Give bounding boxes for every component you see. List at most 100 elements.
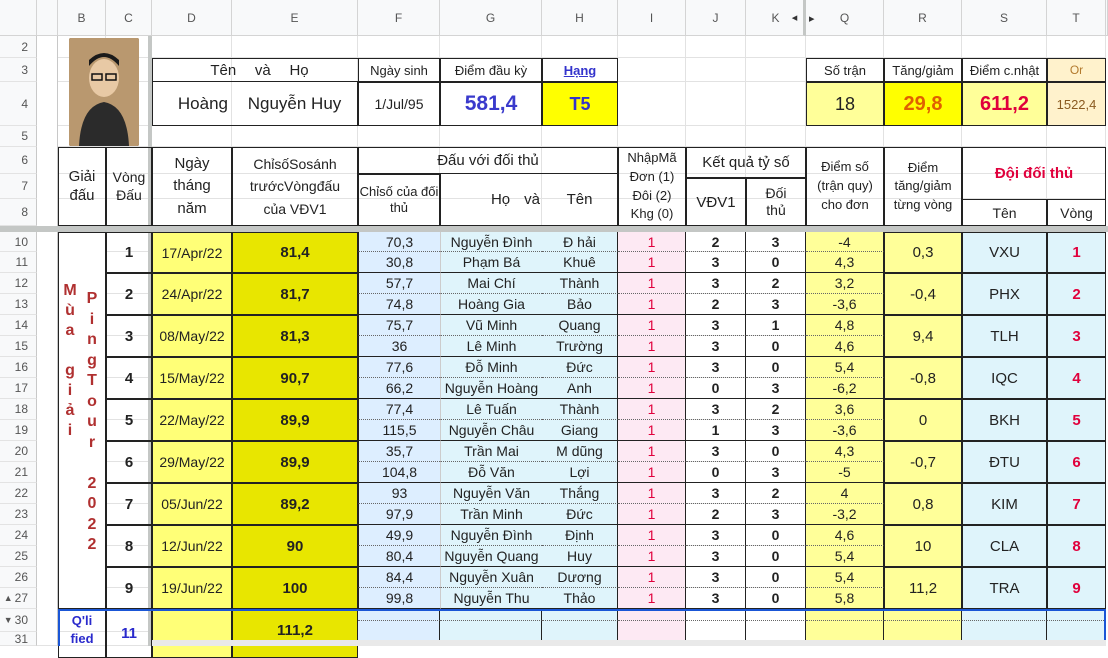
opp-last-name[interactable]: Đ hải: [542, 232, 618, 252]
opp-last-name[interactable]: Trường: [542, 336, 618, 357]
grid-cell[interactable]: [686, 126, 746, 147]
team-round-header[interactable]: Vòng: [1047, 199, 1106, 226]
column-header-s[interactable]: S: [962, 0, 1047, 36]
grid-cell[interactable]: [440, 126, 542, 147]
opp-team-name[interactable]: VXU: [962, 232, 1047, 273]
match-score[interactable]: 5,8: [806, 588, 884, 609]
match-score[interactable]: 4: [806, 483, 884, 504]
opp-index[interactable]: 84,4: [358, 567, 440, 588]
round-number[interactable]: 8: [106, 525, 152, 567]
opp-index-header[interactable]: Chỉsố của đối thủ: [358, 174, 440, 226]
birth-date[interactable]: 1/Jul/95: [358, 82, 440, 126]
match-date[interactable]: 12/Jun/22: [152, 525, 232, 567]
opp-last-name[interactable]: Huy: [542, 546, 618, 567]
match-date[interactable]: 24/Apr/22: [152, 273, 232, 315]
vdv1-score[interactable]: 3: [686, 441, 746, 462]
opp-name-header[interactable]: Họ và: [440, 174, 542, 226]
match-score[interactable]: -4: [806, 232, 884, 252]
grid-cell[interactable]: [618, 58, 686, 82]
opp-middle-name[interactable]: Nguyễn Đình: [440, 525, 542, 546]
row-header-8[interactable]: 8: [0, 199, 37, 226]
grid-cell[interactable]: [746, 58, 806, 82]
match-type-code[interactable]: 1: [618, 525, 686, 546]
grid-cell[interactable]: [618, 36, 686, 58]
vdv1-score[interactable]: 3: [686, 252, 746, 273]
row-header-11[interactable]: 11: [0, 252, 37, 273]
points-change-header[interactable]: Điểm tăng/giảm từng vòng: [884, 147, 962, 226]
birth-label[interactable]: Ngày sinh: [358, 58, 440, 82]
row-header-17[interactable]: 17: [0, 378, 37, 399]
opp-index[interactable]: 99,8: [358, 588, 440, 609]
opp-index[interactable]: 66,2: [358, 378, 440, 399]
opp-index[interactable]: 49,9: [358, 525, 440, 546]
opp-index[interactable]: 75,7: [358, 315, 440, 336]
row-header-30[interactable]: ▼ 30: [0, 609, 37, 632]
opponent-score[interactable]: 2: [746, 483, 806, 504]
vdv1-score[interactable]: 2: [686, 504, 746, 525]
match-type-code[interactable]: 1: [618, 462, 686, 483]
match-date[interactable]: 19/Jun/22: [152, 567, 232, 609]
opp-middle-name[interactable]: Đỗ Văn: [440, 462, 542, 483]
round-number[interactable]: 4: [106, 357, 152, 399]
updated-value[interactable]: 611,2: [962, 82, 1047, 126]
opp-index[interactable]: 70,3: [358, 232, 440, 252]
opp-team-round[interactable]: 1: [1047, 232, 1106, 273]
opp-index[interactable]: 77,4: [358, 399, 440, 420]
opp-middle-name[interactable]: Nguyễn Văn: [440, 483, 542, 504]
opponent-score[interactable]: 0: [746, 441, 806, 462]
opp-index[interactable]: 104,8: [358, 462, 440, 483]
column-header-b[interactable]: B: [58, 0, 106, 36]
round-points-change[interactable]: 9,4: [884, 315, 962, 357]
select-all-corner[interactable]: [0, 0, 37, 36]
grid-cell[interactable]: [962, 36, 1047, 58]
row-header-12[interactable]: 12: [0, 273, 37, 294]
row-header-27[interactable]: ▲ 27: [0, 588, 37, 609]
vdv1-score[interactable]: 1: [686, 420, 746, 441]
round-number[interactable]: 5: [106, 399, 152, 441]
grid-cell[interactable]: [1047, 126, 1106, 147]
grid-cell[interactable]: [358, 126, 440, 147]
row-header-18[interactable]: 18: [0, 399, 37, 420]
vdv1-score[interactable]: 0: [686, 378, 746, 399]
grid-cell[interactable]: [440, 36, 542, 58]
match-score[interactable]: -3,6: [806, 294, 884, 315]
grid-cell[interactable]: [542, 126, 618, 147]
grid-cell[interactable]: [618, 82, 686, 126]
round-points-change[interactable]: 0: [884, 399, 962, 441]
opp-index[interactable]: 57,7: [358, 273, 440, 294]
opponent-score[interactable]: 0: [746, 252, 806, 273]
grid-cell[interactable]: [746, 36, 806, 58]
match-type-code[interactable]: 1: [618, 336, 686, 357]
row-header-24[interactable]: 24: [0, 525, 37, 546]
opp-team-name[interactable]: IQC: [962, 357, 1047, 399]
opp-team-round[interactable]: 7: [1047, 483, 1106, 525]
match-score[interactable]: 4,3: [806, 441, 884, 462]
index-before[interactable]: 90: [232, 525, 358, 567]
spreadsheet-grid[interactable]: B C D E F G H I J K Q R S T ◂ ▸ 2 3 4 5 6 7 8 10 11 12 13 14 15 16 17 1…: [0, 0, 1108, 658]
change-value[interactable]: 29,8: [884, 82, 962, 126]
match-score[interactable]: 3,6: [806, 399, 884, 420]
match-type-code[interactable]: 1: [618, 294, 686, 315]
opponent-score[interactable]: 3: [746, 504, 806, 525]
opp-last-name[interactable]: Định: [542, 525, 618, 546]
team-name-header[interactable]: Tên: [962, 199, 1047, 226]
vdv1-score[interactable]: 3: [686, 567, 746, 588]
opp-team-round[interactable]: 4: [1047, 357, 1106, 399]
match-date[interactable]: 22/May/22: [152, 399, 232, 441]
row-header-26[interactable]: 26: [0, 567, 37, 588]
match-date[interactable]: 05/Jun/22: [152, 483, 232, 525]
grid-cell[interactable]: [806, 36, 884, 58]
round-number[interactable]: 1: [106, 232, 152, 273]
match-score[interactable]: 4,6: [806, 525, 884, 546]
or-label[interactable]: Or: [1047, 58, 1106, 82]
grid-cell[interactable]: [358, 36, 440, 58]
vs-opponent-header[interactable]: Đấu với đối thủ: [358, 147, 618, 174]
opp-index[interactable]: 97,9: [358, 504, 440, 525]
row-header-15[interactable]: 15: [0, 336, 37, 357]
column-header-d[interactable]: D: [152, 0, 232, 36]
opponent-score[interactable]: 0: [746, 546, 806, 567]
match-type-code[interactable]: 1: [618, 441, 686, 462]
match-score[interactable]: 3,2: [806, 273, 884, 294]
grid-cell[interactable]: [152, 36, 232, 58]
round-points-change[interactable]: 11,2: [884, 567, 962, 609]
